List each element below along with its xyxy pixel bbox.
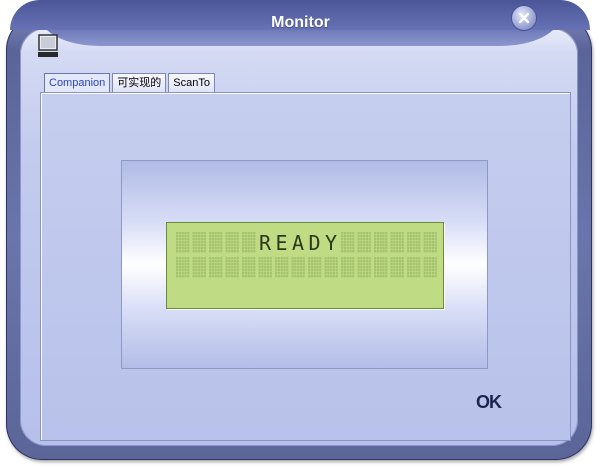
close-icon xyxy=(518,12,530,24)
lcd-display: READY xyxy=(166,222,444,309)
lcd-dot-matrix: READY xyxy=(176,231,437,278)
lcd-char: R xyxy=(259,231,272,255)
tab-available[interactable]: 可实现的 xyxy=(112,73,167,92)
close-button[interactable] xyxy=(511,5,537,31)
lcd-char: E xyxy=(275,231,287,255)
tab-bar: Companion 可实现的 ScanTo xyxy=(44,73,217,93)
lcd-char: D xyxy=(308,231,320,255)
lcd-char: A xyxy=(292,231,304,255)
tab-scanto[interactable]: ScanTo xyxy=(168,73,215,92)
monitor-icon xyxy=(38,34,58,58)
monitor-window-stage: Monitor Companion 可实现的 ScanTo READY OK xyxy=(0,0,601,467)
tab-companion[interactable]: Companion xyxy=(44,73,111,93)
ok-button[interactable]: OK xyxy=(476,391,508,413)
lcd-char: Y xyxy=(325,231,337,255)
